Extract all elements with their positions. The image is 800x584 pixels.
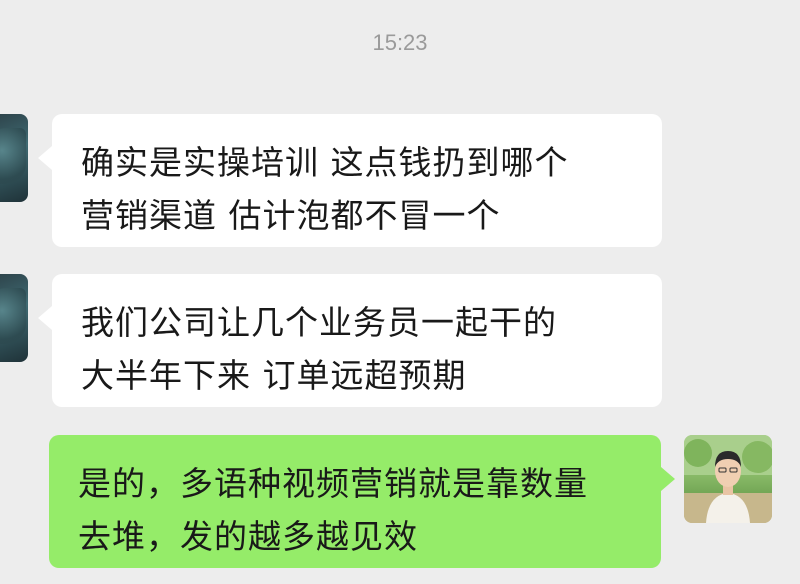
message-text-line: 确实是实操培训 这点钱扔到哪个 xyxy=(81,143,569,182)
message-text-line: 是的，多语种视频营销就是靠数量 xyxy=(78,464,588,503)
message-text-line: 去堆，发的越多越见效 xyxy=(78,517,418,556)
message-bubble-incoming[interactable]: 确实是实操培训 这点钱扔到哪个 营销渠道 估计泡都不冒一个 xyxy=(38,114,662,247)
contact-avatar[interactable] xyxy=(0,114,28,202)
message-text-line: 营销渠道 估计泡都不冒一个 xyxy=(81,196,501,235)
profile-photo-icon xyxy=(684,435,772,523)
message-bubble-incoming[interactable]: 我们公司让几个业务员一起干的 大半年下来 订单远超预期 xyxy=(38,274,662,407)
message-bubble-outgoing[interactable]: 是的，多语种视频营销就是靠数量 去堆，发的越多越见效 xyxy=(49,435,675,568)
message-text-line: 大半年下来 订单远超预期 xyxy=(81,356,467,395)
my-avatar[interactable] xyxy=(684,435,772,523)
message-timestamp: 15:23 xyxy=(372,30,428,55)
message-text-line: 我们公司让几个业务员一起干的 xyxy=(81,303,557,342)
contact-avatar[interactable] xyxy=(0,274,28,362)
